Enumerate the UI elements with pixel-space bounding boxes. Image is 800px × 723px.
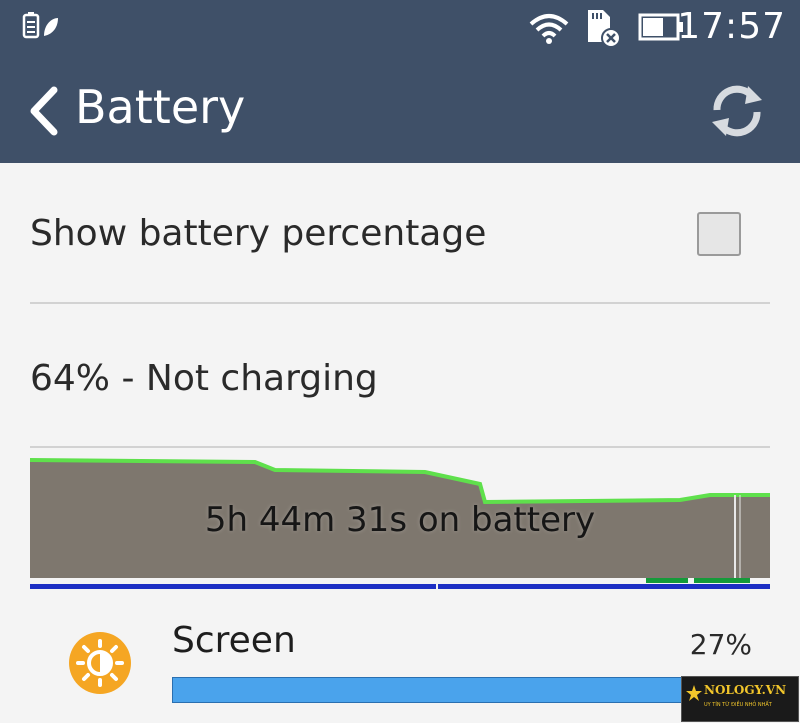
graph-caption: 5h 44m 31s on battery [204,500,596,540]
wifi-icon [529,12,569,48]
usage-item-percent: 27% [689,628,752,661]
charging-segment [694,578,750,583]
star-icon [686,685,702,701]
brightness-icon [69,632,131,694]
divider [30,446,770,448]
divider [30,302,770,304]
charging-segment [646,578,688,583]
usage-bar [172,677,752,703]
show-battery-percentage-checkbox[interactable] [697,212,741,256]
refresh-icon[interactable] [708,84,766,138]
screen-on-bar [30,584,770,589]
page-title: Battery [75,80,246,134]
battery-status-text: 64% - Not charging [30,358,378,399]
battery-history-graph[interactable]: 5h 44m 31s on battery [29,454,770,592]
show-battery-percentage-label: Show battery percentage [30,213,487,254]
sd-card-icon [585,8,621,52]
watermark-logo: NOLOGY.VN UY TÍN TỪ ĐIỀU NHỎ NHẤT [681,676,799,722]
battery-saver-icon [22,12,62,46]
status-time: 17:57 [677,6,786,47]
back-arrow-icon[interactable] [26,86,62,136]
usage-item-name[interactable]: Screen [172,620,296,661]
status-bar: 17:57 [0,0,800,56]
watermark-tagline: UY TÍN TỪ ĐIỀU NHỎ NHẤT [704,702,772,708]
usage-bar-fill [172,677,752,703]
watermark-name: NOLOGY.VN [704,683,787,697]
